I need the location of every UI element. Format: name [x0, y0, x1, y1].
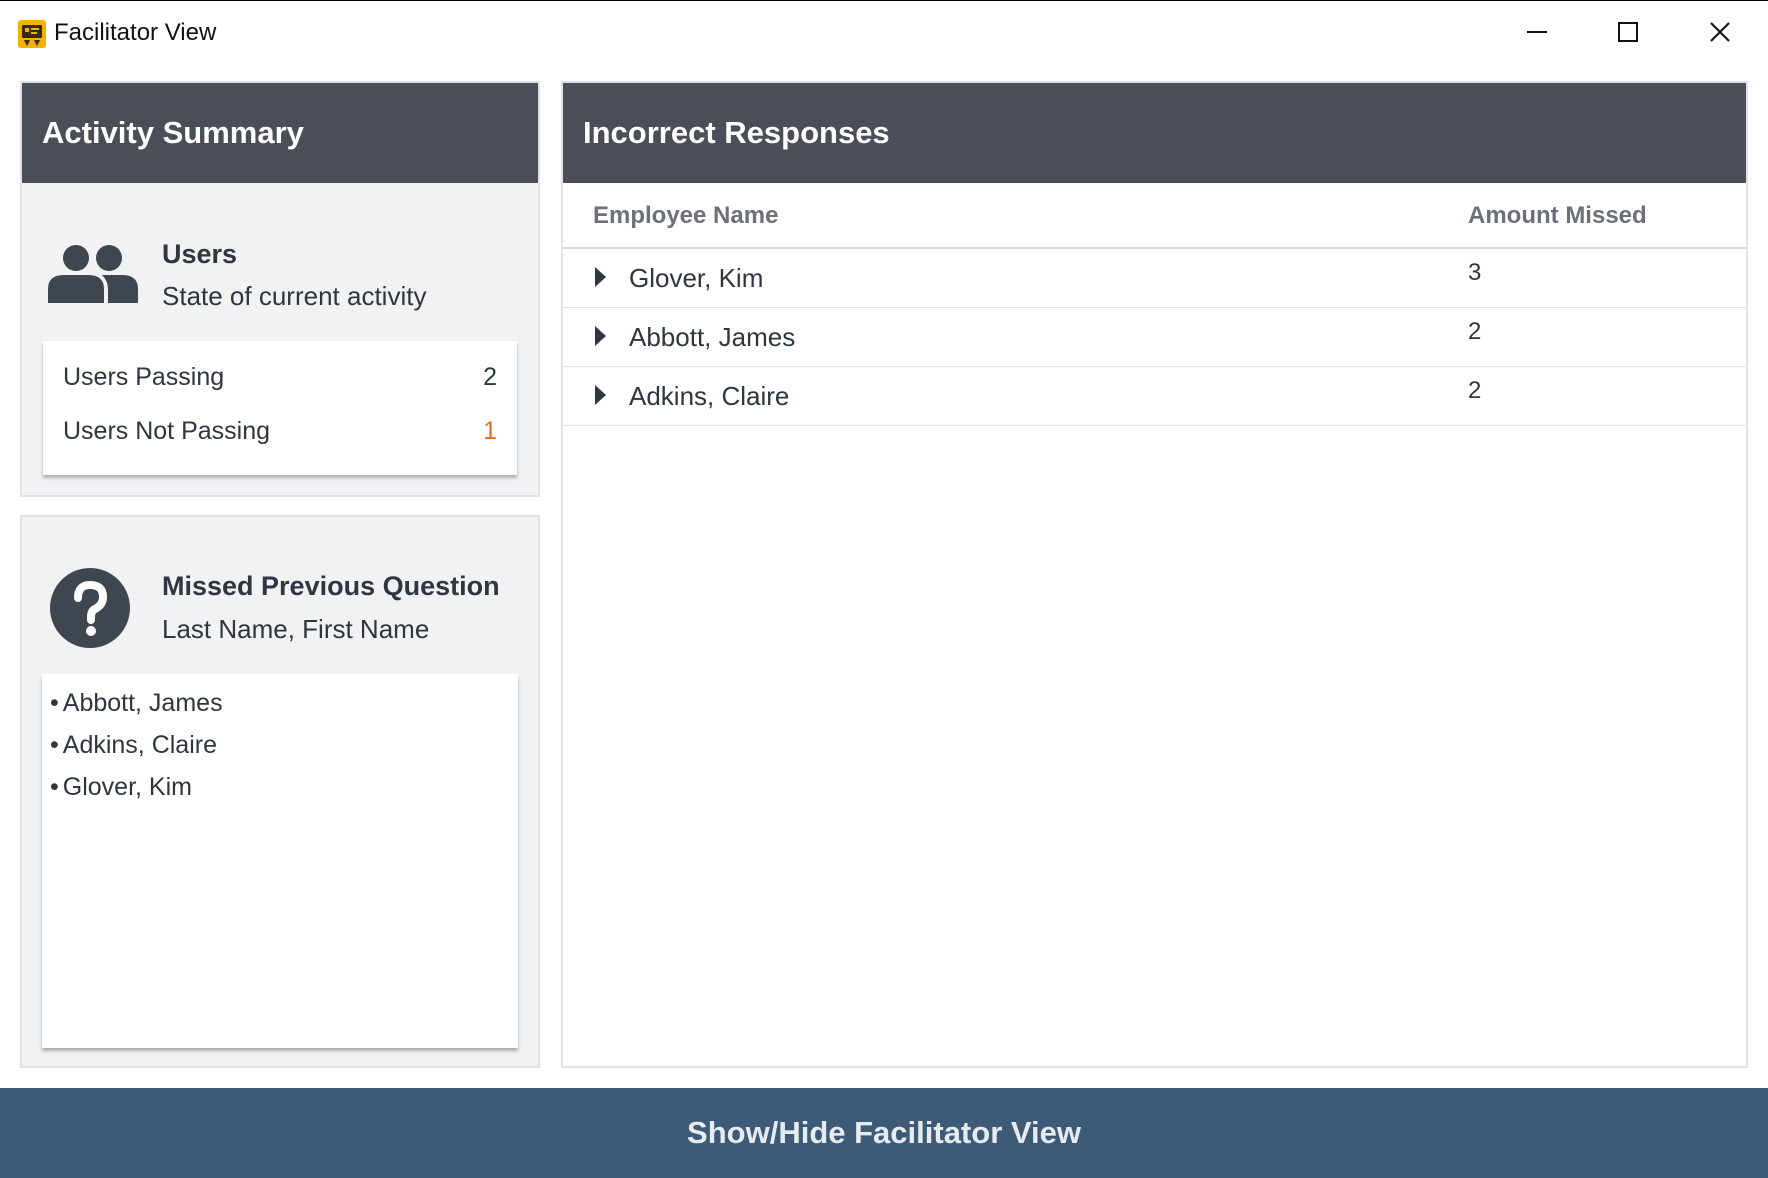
missed-users-list: • Abbott, James • Adkins, Claire • Glover, … [42, 674, 518, 1048]
maximize-button[interactable] [1598, 9, 1658, 55]
toggle-facilitator-view-label: Show/Hide Facilitator View [687, 1115, 1081, 1150]
incorrect-responses-panel: Incorrect Responses Employee Name Amount… [561, 81, 1748, 1068]
maximize-icon [1618, 22, 1638, 42]
stat-label: Users Not Passing [63, 417, 271, 445]
stat-label: Users Passing [63, 363, 225, 391]
incorrect-responses-header: Incorrect Responses [563, 83, 1746, 183]
employee-name: Glover, Kim [629, 263, 764, 293]
stat-value: 2 [483, 363, 497, 391]
missed-question-subtitle: Last Name, First Name [162, 614, 430, 644]
expand-arrow-icon[interactable] [595, 385, 606, 405]
user-stats-card: Users Passing 2 Users Not Passing 1 [43, 341, 517, 475]
missed-previous-question-panel: Missed Previous Question Last Name, Firs… [20, 515, 540, 1068]
missed-question-title: Missed Previous Question [162, 571, 500, 601]
stat-value: 1 [483, 417, 497, 445]
table-row[interactable]: Adkins, Claire 2 [563, 367, 1746, 426]
table-header: Employee Name Amount Missed [563, 183, 1746, 249]
employee-name: Adkins, Claire [629, 381, 790, 411]
stat-users-not-passing: Users Not Passing 1 [63, 417, 497, 457]
table-row[interactable]: Glover, Kim 3 [563, 249, 1746, 308]
users-title: Users [162, 239, 238, 269]
list-item: • Adkins, Claire [50, 731, 217, 759]
close-button[interactable] [1690, 9, 1750, 55]
activity-summary-header: Activity Summary [22, 83, 538, 183]
list-item: • Abbott, James [50, 689, 223, 717]
expand-arrow-icon[interactable] [595, 267, 606, 287]
table-row[interactable]: Abbott, James 2 [563, 308, 1746, 367]
amount-missed: 2 [1468, 318, 1482, 345]
minimize-button[interactable] [1507, 9, 1567, 55]
amount-missed: 2 [1468, 377, 1482, 404]
column-header-amount-missed[interactable]: Amount Missed [1468, 183, 1647, 249]
minimize-icon [1527, 31, 1547, 33]
activity-summary-panel: Activity Summary Users State of current … [20, 81, 540, 497]
window-title: Facilitator View [54, 19, 217, 46]
app-logo-icon [18, 20, 46, 48]
employee-name: Abbott, James [629, 322, 796, 352]
amount-missed: 3 [1468, 259, 1482, 286]
close-icon [1710, 22, 1730, 42]
list-item: • Glover, Kim [50, 773, 192, 801]
title-bar: Facilitator View [0, 0, 1768, 64]
expand-arrow-icon[interactable] [595, 326, 606, 346]
stat-users-passing: Users Passing 2 [63, 363, 497, 403]
toggle-facilitator-view-button[interactable]: Show/Hide Facilitator View [0, 1088, 1768, 1178]
users-subtitle: State of current activity [162, 281, 427, 311]
users-icon [48, 245, 138, 303]
column-header-employee-name[interactable]: Employee Name [593, 183, 778, 249]
question-icon [50, 568, 130, 648]
